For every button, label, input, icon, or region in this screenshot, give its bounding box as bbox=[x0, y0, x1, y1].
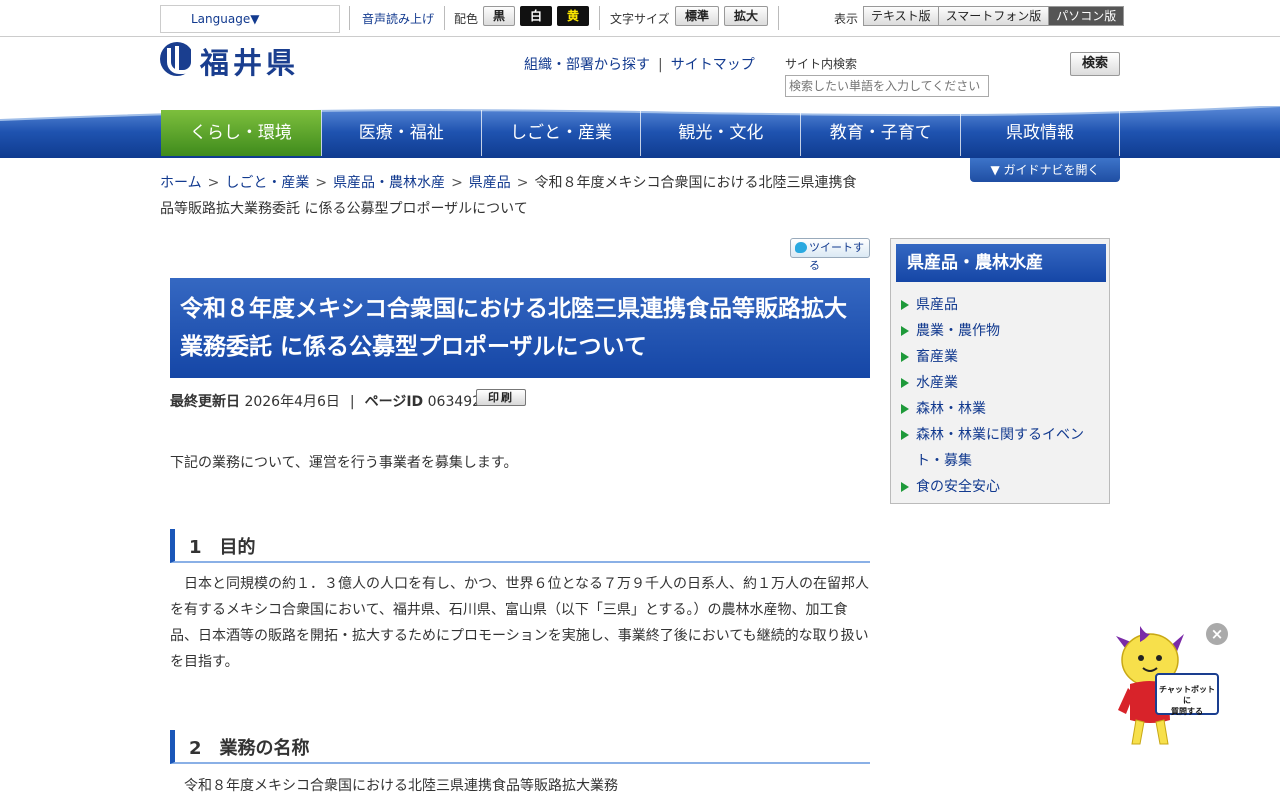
page-id-value: 063492 bbox=[427, 394, 482, 410]
divider bbox=[349, 6, 350, 30]
nav-item-living[interactable]: くらし・環境 bbox=[161, 110, 321, 156]
org-search-link[interactable]: 組織・部署から探す bbox=[524, 57, 650, 73]
chatbot-sign-line2: 質問する bbox=[1171, 707, 1203, 716]
header-links: 組織・部署から探す | サイトマップ bbox=[524, 54, 755, 74]
display-pc-button[interactable]: パソコン版 bbox=[1049, 7, 1124, 25]
search-input[interactable] bbox=[785, 75, 989, 97]
guide-navi-button[interactable]: ▼ ガイドナビを開く bbox=[970, 158, 1120, 182]
sidebar-item-livestock[interactable]: 畜産業 bbox=[901, 344, 1101, 370]
section-heading-name: 2 業務の名称 bbox=[170, 730, 870, 764]
search-label: サイト内検索 bbox=[785, 57, 858, 71]
intro-text: 下記の業務について、運営を行う事業者を募集します。 bbox=[170, 455, 518, 471]
nav-item-medical[interactable]: 医療・福祉 bbox=[320, 110, 481, 156]
updated-label: 最終更新日 bbox=[170, 394, 240, 410]
breadcrumb-separator: > bbox=[315, 175, 328, 191]
breadcrumb-separator: > bbox=[207, 175, 220, 191]
breadcrumb-products[interactable]: 県産品 bbox=[469, 175, 511, 191]
chatbot-sign-line1: チャットボットに bbox=[1159, 685, 1215, 705]
breadcrumb: ホーム > しごと・産業 > 県産品・農林水産 > 県産品 > 令和８年度メキシコ合衆国における… bbox=[160, 170, 870, 222]
display-text-button[interactable]: テキスト版 bbox=[864, 7, 939, 25]
color-black-button[interactable]: 黒 bbox=[483, 6, 515, 26]
print-button[interactable]: 印刷 bbox=[476, 389, 526, 406]
breadcrumb-separator: > bbox=[516, 175, 529, 191]
divider: | bbox=[349, 394, 355, 410]
display-mode-group: テキスト版 スマートフォン版 パソコン版 bbox=[863, 6, 1125, 26]
sidebar-item-forestry[interactable]: 森林・林業 bbox=[901, 396, 1101, 422]
section-heading-purpose: 1 目的 bbox=[170, 529, 870, 563]
section-body-purpose: 日本と同規模の約１．３億人の人口を有し、かつ、世界６位となる７万９千人の日系人、… bbox=[170, 576, 870, 670]
display-label: 表示 bbox=[834, 12, 859, 26]
divider bbox=[599, 6, 600, 30]
divider bbox=[444, 6, 445, 30]
sidebar-item-products[interactable]: 県産品 bbox=[901, 292, 1101, 318]
tweet-label: ツイートする bbox=[809, 241, 864, 272]
page-id-label: ページID bbox=[364, 394, 424, 410]
sidebar-item-forestry-events[interactable]: 森林・林業に関するイベント・募集 bbox=[901, 422, 1101, 474]
sidebar-list: 県産品 農業・農作物 畜産業 水産業 森林・林業 森林・林業に関するイベント・募… bbox=[901, 292, 1101, 500]
color-label: 配色 bbox=[454, 12, 479, 26]
nav-item-work[interactable]: しごと・産業 bbox=[480, 110, 641, 156]
sidebar-title: 県産品・農林水産 bbox=[896, 244, 1106, 282]
sidebar-item-fishery[interactable]: 水産業 bbox=[901, 370, 1101, 396]
chatbot-sign: チャットボットに 質問する bbox=[1156, 684, 1218, 717]
color-white-button[interactable]: 白 bbox=[520, 6, 552, 26]
fontsize-label: 文字サイズ bbox=[610, 12, 670, 26]
utility-bar: Language▼ 音声読み上げ 配色 黒 白 黄 文字サイズ 標準 拡大 表示… bbox=[0, 0, 1280, 37]
search-button[interactable]: 検索 bbox=[1070, 52, 1120, 76]
fontsize-normal-button[interactable]: 標準 bbox=[675, 6, 719, 26]
color-yellow-button[interactable]: 黄 bbox=[557, 6, 589, 26]
chatbot-launcher[interactable]: チャットボットに 質問する bbox=[1110, 622, 1222, 752]
global-nav: くらし・環境 医療・福祉 しごと・産業 観光・文化 教育・子育て 県政情報 bbox=[161, 110, 1120, 156]
site-logo[interactable]: 福井県 bbox=[200, 40, 299, 82]
nav-item-government[interactable]: 県政情報 bbox=[960, 110, 1120, 156]
sidebar-item-agriculture[interactable]: 農業・農作物 bbox=[901, 318, 1101, 344]
fontsize-large-button[interactable]: 拡大 bbox=[724, 6, 768, 26]
page-title: 令和８年度メキシコ合衆国における北陸三県連携食品等販路拡大業務委託 に係る公募型… bbox=[170, 278, 870, 378]
twitter-bird-icon bbox=[795, 242, 807, 253]
tweet-button[interactable]: ツイートする bbox=[790, 238, 870, 272]
nav-item-education[interactable]: 教育・子育て bbox=[800, 110, 960, 156]
divider: | bbox=[658, 57, 663, 73]
sitemap-link[interactable]: サイトマップ bbox=[671, 57, 755, 73]
page-meta: 最終更新日 2026年4月6日 | ページID 063492 bbox=[170, 391, 481, 411]
fukui-emblem-icon[interactable] bbox=[160, 42, 195, 76]
voice-reader-link[interactable]: 音声読み上げ bbox=[362, 10, 434, 27]
sidebar: 県産品・農林水産 県産品 農業・農作物 畜産業 水産業 森林・林業 森林・林業に… bbox=[890, 238, 1110, 504]
breadcrumb-separator: > bbox=[451, 175, 463, 191]
breadcrumb-home[interactable]: ホーム bbox=[160, 175, 202, 191]
section-body-name: 令和８年度メキシコ合衆国における北陸三県連携食品等販路拡大業務 bbox=[184, 778, 618, 794]
updated-value: 2026年4月6日 bbox=[244, 394, 340, 410]
breadcrumb-agri[interactable]: 県産品・農林水産 bbox=[333, 175, 445, 191]
display-smartphone-button[interactable]: スマートフォン版 bbox=[938, 7, 1050, 25]
chatbot-close-icon[interactable]: × bbox=[1206, 623, 1228, 645]
language-select[interactable]: Language▼ bbox=[160, 5, 340, 33]
divider bbox=[778, 6, 779, 30]
sidebar-item-food-safety[interactable]: 食の安全安心 bbox=[901, 474, 1101, 500]
breadcrumb-work[interactable]: しごと・産業 bbox=[225, 175, 309, 191]
nav-item-tourism[interactable]: 観光・文化 bbox=[640, 110, 800, 156]
